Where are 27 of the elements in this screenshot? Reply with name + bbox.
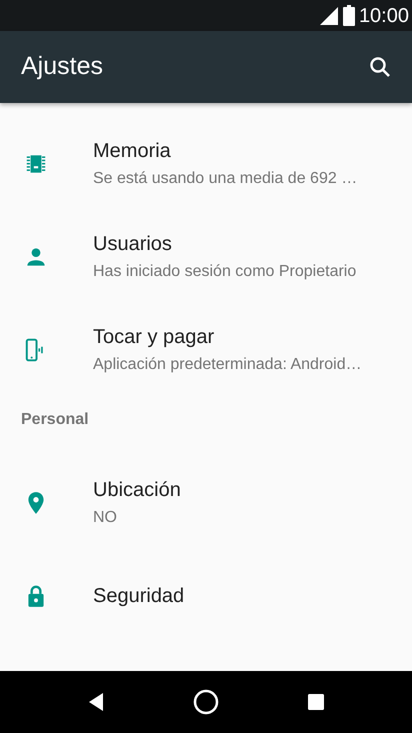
recents-icon [307, 693, 325, 711]
settings-item[interactable]: Seguridad [0, 549, 412, 642]
settings-item[interactable]: Ubicación NO [0, 456, 412, 549]
home-button[interactable] [193, 689, 219, 715]
item-title: Usuarios [93, 232, 173, 256]
item-title: Tocar y pagar [93, 324, 216, 348]
settings-item[interactable]: Usuarios Has iniciado sesión como Propietario [0, 210, 412, 303]
settings-item[interactable]: Tocar y pagar Aplicación predeterminada: Android… [0, 303, 412, 396]
section-header: Personal [21, 411, 89, 428]
item-subtitle: Has iniciado sesión como Propietario [93, 262, 356, 282]
item-title: Seguridad [93, 584, 184, 608]
back-button[interactable] [87, 692, 105, 712]
clock: 10:00 [358, 6, 409, 26]
item-title: Memoria [93, 138, 172, 162]
item-title: Ubicación [93, 478, 181, 502]
app-bar-title: Ajustes [21, 51, 103, 82]
item-subtitle: NO [93, 508, 118, 528]
recents-button[interactable] [307, 693, 325, 711]
item-subtitle: Se está usando una media de 692 … [93, 168, 358, 188]
search-button[interactable] [368, 55, 392, 79]
back-icon [87, 692, 105, 712]
home-icon [193, 689, 219, 715]
signal-icon [318, 6, 339, 26]
search-icon [368, 55, 392, 79]
battery-icon [342, 5, 355, 26]
settings-item[interactable]: Memoria Se está usando una media de 692 … [0, 117, 412, 210]
item-subtitle: Aplicación predeterminada: Android… [93, 354, 362, 374]
